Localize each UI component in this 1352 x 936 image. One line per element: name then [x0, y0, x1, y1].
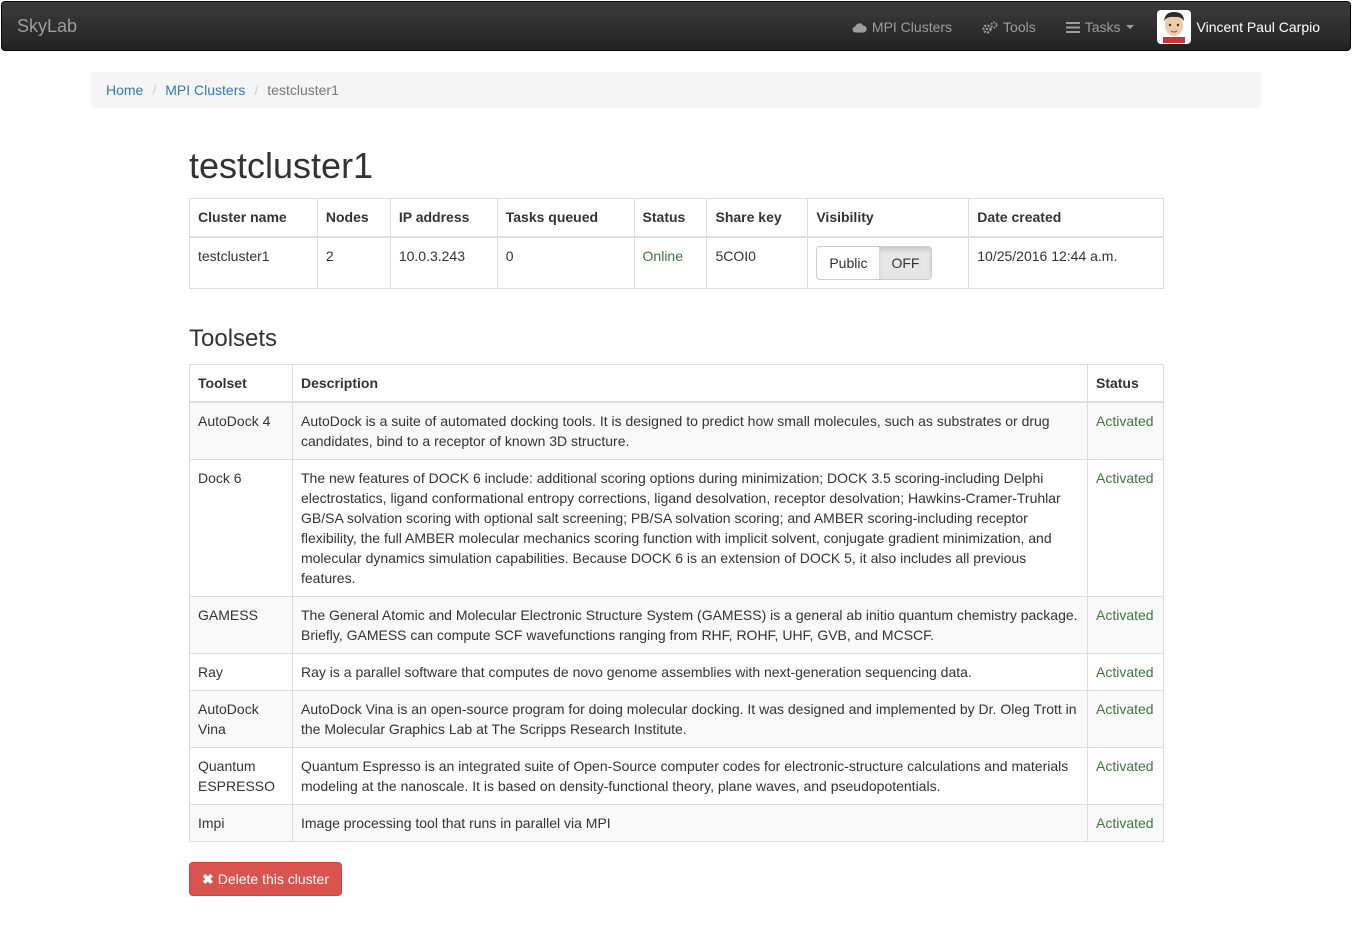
nav-tasks-label: Tasks: [1084, 19, 1121, 35]
nav-mpi-clusters[interactable]: MPI Clusters: [837, 2, 967, 52]
toolset-name: Ray: [189, 653, 293, 691]
caret-down-icon: [1125, 25, 1134, 29]
breadcrumb-mpi-clusters[interactable]: MPI Clusters: [165, 82, 245, 98]
visibility-off-option[interactable]: OFF: [879, 246, 932, 279]
delete-cluster-button[interactable]: ✖ Delete this cluster: [189, 862, 343, 896]
breadcrumb-current: testcluster1: [267, 82, 339, 98]
user-name: Vincent Paul Carpio: [1196, 19, 1320, 35]
toolset-name: AutoDock Vina: [189, 690, 293, 748]
brand-link[interactable]: SkyLab: [17, 16, 77, 37]
table-row: Impi Image processing tool that runs in …: [189, 804, 1165, 842]
toolset-description: The new features of DOCK 6 include: addi…: [291, 459, 1088, 597]
user-menu[interactable]: Vincent Paul Carpio: [1149, 2, 1350, 52]
toolset-status: Activated: [1086, 690, 1165, 748]
toolset-status: Activated: [1086, 401, 1165, 460]
column-header: Status: [633, 198, 708, 238]
column-header: IP address: [389, 198, 498, 238]
table-row: Dock 6 The new features of DOCK 6 includ…: [189, 459, 1165, 597]
toolset-name: Dock 6: [189, 459, 293, 597]
column-header: Toolset: [189, 364, 293, 403]
toolset-description: Image processing tool that runs in paral…: [291, 804, 1088, 842]
toolset-name: GAMESS: [189, 596, 293, 654]
toolset-status: Activated: [1086, 653, 1165, 691]
column-header: Tasks queued: [496, 198, 635, 238]
breadcrumb-separator: /: [254, 82, 259, 98]
nav-mpi-clusters-label: MPI Clusters: [871, 19, 953, 35]
toolset-status: Activated: [1086, 596, 1165, 654]
breadcrumb-home[interactable]: Home: [106, 82, 143, 98]
share-key-cell: 5COI0: [706, 236, 809, 289]
table-row: Ray Ray is a parallel software that comp…: [189, 653, 1165, 691]
toolset-status: Activated: [1086, 804, 1165, 842]
status-cell: Online: [633, 236, 708, 289]
visibility-public-option[interactable]: Public: [817, 247, 879, 279]
table-header-row: Toolset Description Status: [189, 364, 1165, 403]
avatar: [1156, 10, 1191, 44]
cloud-icon: [852, 22, 867, 33]
table-row: Quantum ESPRESSO Quantum Espresso is an …: [189, 747, 1165, 805]
column-header: Status: [1086, 364, 1165, 403]
nodes-cell: 2: [316, 236, 391, 289]
date-created-cell: 10/25/2016 12:44 a.m.: [968, 236, 1164, 289]
toolset-status: Activated: [1086, 459, 1165, 597]
nav-tasks-dropdown[interactable]: Tasks: [1051, 2, 1149, 52]
table-row: AutoDock 4 AutoDock is a suite of automa…: [189, 401, 1165, 460]
toolset-description: The General Atomic and Molecular Electro…: [291, 596, 1088, 654]
column-header: Visibility: [807, 198, 970, 238]
top-navbar: SkyLab MPI Clusters Tools Tasks Vincent …: [1, 1, 1351, 51]
breadcrumb-separator: /: [152, 82, 157, 98]
navbar-right: MPI Clusters Tools Tasks Vincent Paul Ca…: [837, 2, 1350, 52]
toolset-description: AutoDock Vina is an open-source program …: [291, 690, 1088, 748]
breadcrumb: Home / MPI Clusters / testcluster1: [91, 72, 1261, 108]
tasks-icon: [1065, 21, 1080, 33]
table-row: GAMESS The General Atomic and Molecular …: [189, 596, 1165, 654]
table-header-row: Cluster name Nodes IP address Tasks queu…: [189, 198, 1164, 238]
column-header: Share key: [706, 198, 809, 238]
delete-cluster-label: Delete this cluster: [217, 871, 330, 887]
column-header: Date created: [968, 198, 1164, 238]
table-row: testcluster1 2 10.0.3.243 0 Online 5COI0…: [189, 236, 1164, 289]
column-header: Nodes: [316, 198, 391, 238]
toolset-name: Impi: [189, 804, 293, 842]
nav-tools[interactable]: Tools: [967, 2, 1051, 52]
visibility-cell: Public OFF: [807, 236, 970, 289]
column-header: Cluster name: [189, 198, 318, 238]
toolset-description: Ray is a parallel software that computes…: [291, 653, 1088, 691]
toolset-status: Activated: [1086, 747, 1165, 805]
ip-address-cell: 10.0.3.243: [389, 236, 498, 289]
cluster-info-table: Cluster name Nodes IP address Tasks queu…: [189, 198, 1164, 289]
cogs-icon: [982, 21, 998, 34]
cluster-name-cell: testcluster1: [189, 236, 318, 289]
toolsets-table: Toolset Description Status AutoDock 4 Au…: [189, 364, 1165, 842]
tasks-queued-cell: 0: [496, 236, 635, 289]
column-header: Description: [291, 364, 1088, 403]
visibility-toggle[interactable]: Public OFF: [816, 245, 933, 280]
toolsets-heading: Toolsets: [189, 325, 278, 352]
page-title: testcluster1: [189, 145, 374, 186]
toolset-name: AutoDock 4: [189, 401, 293, 460]
toolset-name: Quantum ESPRESSO: [189, 747, 293, 805]
toolset-description: Quantum Espresso is an integrated suite …: [291, 747, 1088, 805]
nav-tools-label: Tools: [1003, 19, 1036, 35]
table-row: AutoDock Vina AutoDock Vina is an open-s…: [189, 690, 1165, 748]
close-icon: ✖: [202, 870, 214, 887]
toolset-description: AutoDock is a suite of automated docking…: [291, 401, 1088, 460]
